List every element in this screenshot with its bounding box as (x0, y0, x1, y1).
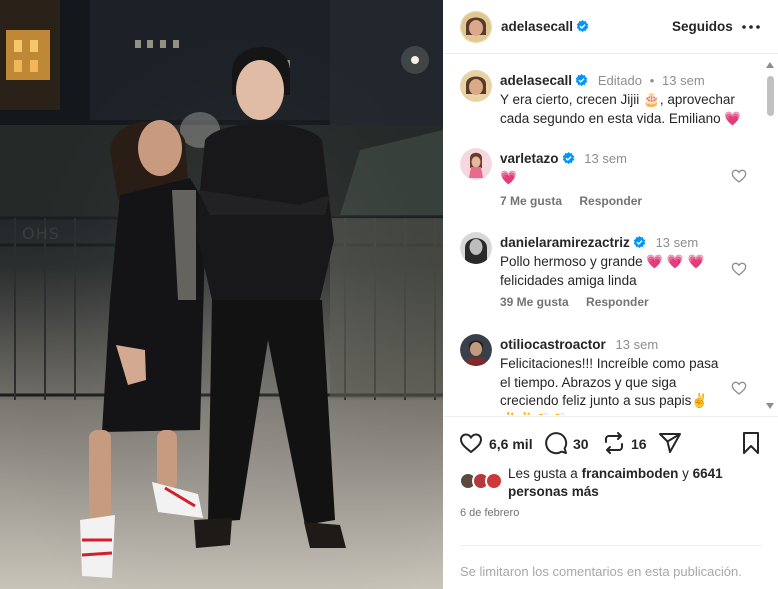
save-bookmark-icon[interactable] (739, 431, 763, 455)
caption-author-avatar[interactable] (460, 70, 492, 102)
comment-bubble-icon[interactable] (544, 431, 568, 455)
caption-username[interactable]: adelasecall (500, 73, 572, 88)
comment-age[interactable]: 13 sem (616, 337, 659, 352)
repost-icon[interactable] (602, 431, 626, 455)
commenter-avatar[interactable] (460, 232, 492, 264)
heart-icon[interactable] (731, 261, 747, 277)
scrollbar-thumb[interactable] (767, 76, 774, 116)
author-avatar[interactable] (460, 11, 492, 43)
comment-age[interactable]: 13 sem (656, 235, 699, 250)
comment-text: Pollo hermoso y grande 💗 💗 💗 felicidades… (500, 254, 705, 288)
share-send-icon[interactable] (658, 431, 682, 455)
comment-count[interactable]: 30 (573, 436, 589, 452)
liked-by-count[interactable]: 6641 (693, 466, 723, 481)
scroll-down-icon[interactable] (766, 403, 774, 409)
more-options-icon[interactable] (741, 22, 761, 32)
commenter-username[interactable]: danielaramirezactriz (500, 235, 630, 250)
heart-icon[interactable] (731, 380, 747, 396)
post-photo: OHS (0, 0, 443, 589)
scroll-up-icon[interactable] (766, 62, 774, 68)
comments-limited-notice: Se limitaron los comentarios en esta pub… (460, 545, 762, 579)
comments-scrollbar[interactable] (764, 62, 776, 412)
liked-by-user[interactable]: francaimboden (582, 466, 679, 481)
comment-like-count[interactable]: 7 Me gusta (500, 194, 562, 208)
like-count[interactable]: 6,6 mil (489, 436, 533, 452)
comment-item: varletazo 13 sem 💗 7 Me gusta Responder (443, 148, 763, 218)
following-button[interactable]: Seguidos (672, 19, 733, 34)
comment-age[interactable]: 13 sem (584, 151, 627, 166)
author-username-text[interactable]: adelasecall (501, 19, 573, 34)
verified-badge-icon (633, 236, 646, 249)
verified-badge-icon (575, 74, 588, 87)
caption-header: adelasecall Editado • 13 sem (500, 73, 705, 88)
commenter-username[interactable]: otiliocastroactor (500, 337, 606, 352)
caption-separator: • (649, 73, 655, 88)
commenter-username[interactable]: varletazo (500, 151, 559, 166)
verified-badge-icon (576, 20, 589, 33)
liker-avatar[interactable] (485, 472, 503, 490)
reply-button[interactable]: Responder (579, 194, 642, 208)
comment-header: danielaramirezactriz 13 sem (500, 235, 698, 250)
like-heart-icon[interactable] (459, 431, 483, 455)
comment-like-count[interactable]: 39 Me gusta (500, 295, 569, 309)
comment-header: otiliocastroactor 13 sem (500, 337, 658, 352)
post-sidebar: adelasecall Seguidos adelasecall Editado… (443, 0, 778, 589)
comment-actions: 39 Me gusta Responder (500, 295, 663, 309)
post-photo-scene (0, 0, 443, 589)
comment-header: varletazo 13 sem (500, 151, 627, 166)
repost-count[interactable]: 16 (631, 436, 647, 452)
post-header: adelasecall Seguidos (443, 0, 778, 54)
heart-icon[interactable] (731, 168, 747, 184)
comments-list[interactable]: adelasecall Editado • 13 sem Y era ciert… (443, 55, 778, 415)
comment-item: danielaramirezactriz 13 sem Pollo hermos… (443, 232, 763, 312)
comment-actions: 7 Me gusta Responder (500, 194, 656, 208)
comment-text: Felicitaciones!!! Increíble como pasa el… (500, 356, 719, 415)
commenter-avatar[interactable] (460, 334, 492, 366)
liked-by-prefix: Les gusta a (508, 466, 578, 481)
caption-age[interactable]: 13 sem (662, 73, 705, 88)
author-username[interactable]: adelasecall (501, 19, 589, 34)
verified-badge-icon (562, 152, 574, 165)
liked-by-connector: y (682, 466, 689, 481)
post-date[interactable]: 6 de febrero (460, 507, 519, 519)
comment-item: otiliocastroactor 13 sem Felicitaciones!… (443, 334, 763, 415)
liked-by-suffix[interactable]: personas más (508, 484, 599, 499)
caption-item: adelasecall Editado • 13 sem Y era ciert… (443, 70, 763, 130)
liked-by-row: Les gusta a francaimboden y 6641 persona… (443, 462, 778, 502)
post-actions-bar: 6,6 mil 30 16 (443, 416, 778, 468)
commenter-avatar[interactable] (460, 148, 492, 180)
photo-watermark: OHS (22, 224, 60, 243)
caption-edited-label: Editado (597, 73, 642, 88)
reply-button[interactable]: Responder (586, 295, 649, 309)
comment-text: 💗 (500, 170, 517, 185)
liked-by-text: Les gusta a francaimboden y 6641 persona… (508, 465, 758, 501)
caption-text: Y era cierto, crecen Jijii 🎂, aprovechar… (500, 92, 742, 126)
